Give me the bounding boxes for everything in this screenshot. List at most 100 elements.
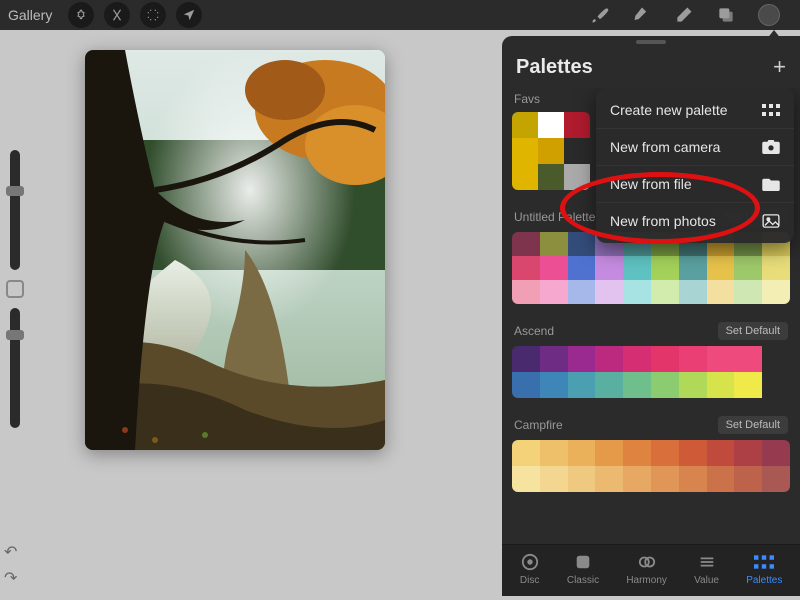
palette-name[interactable]: Untitled Palette — [514, 210, 595, 224]
canvas[interactable] — [85, 50, 385, 450]
swatch[interactable] — [568, 466, 596, 492]
swatch[interactable] — [623, 256, 651, 280]
redo-icon[interactable]: ↷ — [4, 568, 17, 588]
set-default-button[interactable]: Set Default — [718, 416, 788, 434]
swatch[interactable] — [540, 346, 568, 372]
swatch[interactable] — [512, 164, 538, 190]
swatch[interactable] — [651, 440, 679, 466]
palette-name[interactable]: Ascend — [514, 324, 554, 338]
swatch[interactable] — [595, 372, 623, 398]
palette-swatches[interactable] — [512, 440, 790, 492]
swatch[interactable] — [679, 440, 707, 466]
tab-harmony[interactable]: Harmony — [626, 553, 667, 586]
swatch[interactable] — [651, 256, 679, 280]
tab-value[interactable]: Value — [694, 553, 719, 586]
swatch[interactable] — [595, 346, 623, 372]
swatch[interactable] — [679, 346, 707, 372]
brush-opacity-slider[interactable] — [10, 308, 20, 428]
swatch[interactable] — [568, 440, 596, 466]
swatch[interactable] — [623, 280, 651, 304]
brush-size-slider[interactable] — [10, 150, 20, 270]
swatch[interactable] — [538, 164, 564, 190]
swatch[interactable] — [707, 256, 735, 280]
swatch[interactable] — [707, 466, 735, 492]
swatch[interactable] — [568, 346, 596, 372]
swatch[interactable] — [734, 372, 762, 398]
swatch[interactable] — [540, 280, 568, 304]
palette-name[interactable]: Campfire — [514, 418, 563, 432]
menu-item-image[interactable]: New from photos — [596, 202, 794, 239]
smudge-icon[interactable] — [632, 5, 652, 25]
swatch[interactable] — [512, 466, 540, 492]
menu-item-folder[interactable]: New from file — [596, 165, 794, 202]
swatch[interactable] — [512, 112, 538, 138]
menu-item-grid[interactable]: Create new palette — [596, 92, 794, 128]
modify-button[interactable] — [6, 280, 24, 298]
swatch[interactable] — [734, 440, 762, 466]
add-palette-button[interactable]: + — [773, 54, 786, 80]
swatch[interactable] — [707, 346, 735, 372]
swatch[interactable] — [623, 372, 651, 398]
swatch[interactable] — [651, 346, 679, 372]
layers-icon[interactable] — [716, 5, 736, 25]
tab-classic[interactable]: Classic — [567, 553, 599, 586]
swatch[interactable] — [540, 466, 568, 492]
set-default-button[interactable]: Set Default — [718, 322, 788, 340]
swatch[interactable] — [762, 256, 790, 280]
swatch[interactable] — [540, 440, 568, 466]
swatch[interactable] — [564, 164, 590, 190]
tab-disc[interactable]: Disc — [520, 553, 540, 586]
swatch[interactable] — [679, 466, 707, 492]
swatch[interactable] — [734, 256, 762, 280]
swatch[interactable] — [538, 138, 564, 164]
swatch[interactable] — [540, 232, 568, 256]
swatch[interactable] — [762, 372, 790, 398]
swatch[interactable] — [651, 372, 679, 398]
adjustments-icon[interactable] — [104, 2, 130, 28]
transform-icon[interactable] — [176, 2, 202, 28]
swatch[interactable] — [568, 372, 596, 398]
swatch[interactable] — [707, 372, 735, 398]
swatch[interactable] — [568, 256, 596, 280]
swatch[interactable] — [762, 346, 790, 372]
selection-icon[interactable] — [140, 2, 166, 28]
actions-icon[interactable] — [68, 2, 94, 28]
swatch[interactable] — [512, 138, 538, 164]
swatch[interactable] — [679, 280, 707, 304]
swatch[interactable] — [540, 256, 568, 280]
swatch[interactable] — [564, 138, 590, 164]
swatch[interactable] — [707, 280, 735, 304]
swatch[interactable] — [568, 232, 596, 256]
swatch[interactable] — [707, 440, 735, 466]
swatch[interactable] — [568, 280, 596, 304]
swatch[interactable] — [595, 280, 623, 304]
swatch[interactable] — [734, 280, 762, 304]
swatch[interactable] — [623, 466, 651, 492]
color-picker-icon[interactable] — [758, 4, 780, 26]
swatch[interactable] — [651, 280, 679, 304]
palette-name[interactable]: Favs — [514, 92, 540, 106]
swatch[interactable] — [512, 280, 540, 304]
swatch[interactable] — [595, 256, 623, 280]
swatch[interactable] — [762, 280, 790, 304]
brush-icon[interactable] — [590, 5, 610, 25]
swatch[interactable] — [595, 466, 623, 492]
swatch[interactable] — [512, 372, 540, 398]
swatch[interactable] — [538, 112, 564, 138]
tab-palettes[interactable]: Palettes — [746, 553, 782, 586]
swatch[interactable] — [762, 466, 790, 492]
swatch[interactable] — [512, 440, 540, 466]
swatch[interactable] — [512, 256, 540, 280]
swatch[interactable] — [512, 232, 540, 256]
gallery-button[interactable]: Gallery — [8, 7, 52, 23]
swatch[interactable] — [734, 346, 762, 372]
swatch[interactable] — [651, 466, 679, 492]
swatch[interactable] — [595, 440, 623, 466]
swatch[interactable] — [623, 440, 651, 466]
undo-icon[interactable]: ↶ — [4, 542, 17, 562]
swatch[interactable] — [679, 372, 707, 398]
swatch[interactable] — [512, 346, 540, 372]
swatch[interactable] — [540, 372, 568, 398]
palette-swatches[interactable] — [512, 346, 790, 398]
palette-swatches[interactable] — [512, 112, 590, 190]
